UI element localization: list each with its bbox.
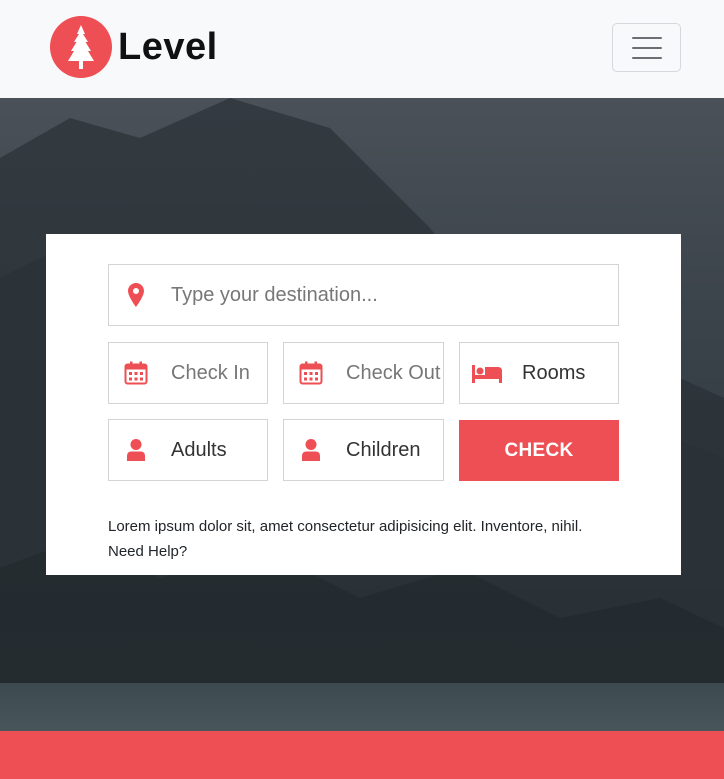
hamburger-menu-icon-line	[631, 46, 662, 49]
rooms-label: Rooms	[522, 361, 586, 384]
rooms-select[interactable]: Rooms	[459, 342, 619, 404]
navbar: Level	[0, 0, 724, 98]
user-icon	[286, 420, 336, 480]
bed-icon	[462, 343, 512, 403]
navbar-toggle-button[interactable]	[612, 23, 681, 72]
destination-field[interactable]: Type your destination...	[108, 264, 619, 326]
check-in-field[interactable]: Check In	[108, 342, 268, 404]
hamburger-menu-icon-line	[631, 56, 662, 59]
brand-link[interactable]: Level	[50, 16, 218, 78]
booking-note-text: Lorem ipsum dolor sit, amet consectetur …	[108, 518, 583, 535]
check-in-placeholder: Check In	[171, 361, 250, 384]
calendar-icon	[286, 343, 336, 403]
booking-note: Lorem ipsum dolor sit, amet consectetur …	[108, 514, 628, 564]
need-help-link[interactable]: Need Help?	[108, 543, 187, 560]
brand-name: Level	[118, 25, 218, 68]
pine-tree-icon	[68, 25, 94, 69]
destination-placeholder: Type your destination...	[171, 283, 378, 306]
brand-logo	[50, 16, 112, 78]
map-pin-icon	[111, 265, 161, 325]
calendar-icon	[111, 343, 161, 403]
booking-card: Type your destination... Check In Check	[46, 234, 681, 575]
hamburger-menu-icon	[631, 36, 662, 39]
adults-label: Adults	[171, 438, 227, 461]
user-icon	[111, 420, 161, 480]
children-select[interactable]: Children	[283, 419, 444, 481]
footer-accent-band	[0, 731, 724, 779]
check-out-placeholder: Check Out	[346, 361, 441, 384]
check-button[interactable]: CHECK	[459, 420, 619, 481]
adults-select[interactable]: Adults	[108, 419, 268, 481]
check-out-field[interactable]: Check Out	[283, 342, 444, 404]
children-label: Children	[346, 438, 421, 461]
